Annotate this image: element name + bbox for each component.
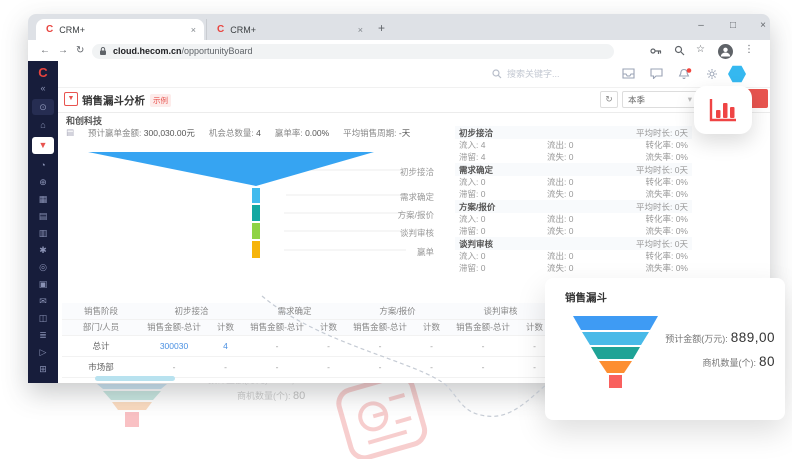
url-domain: cloud.hecom.cn	[113, 46, 182, 56]
page-title-badge: 示例	[150, 94, 171, 107]
sidebar-item-search-icon[interactable]: ⊙	[32, 99, 54, 115]
page-title: 销售漏斗分析	[82, 93, 145, 108]
tab-close-icon[interactable]: ×	[358, 25, 363, 35]
tab-strip: C CRM+ × C CRM+ × + – □ ×	[28, 14, 770, 40]
marketing-screenshot: 预计金额(万元): 889,00 商机数量(个): 80 C CRM+ × C …	[0, 0, 792, 459]
funnel-stage-label: 方案/报价	[376, 209, 434, 221]
hecom-logo: C	[28, 65, 58, 80]
notification-badge	[687, 68, 692, 73]
sales-funnel-chart	[86, 150, 416, 276]
sidebar-item-settings-icon[interactable]: ✱	[28, 242, 58, 259]
chat-icon[interactable]	[650, 68, 663, 79]
funnel-stage-label: 谈判审核	[376, 227, 434, 239]
sidebar-item-funnel-analysis-icon[interactable]: ▼	[32, 137, 54, 154]
stage-stats-section: 谈判审核平均时长: 0天流入: 0流出: 0转化率: 0%滞留: 0流失: 0流…	[455, 237, 692, 274]
tab-close-icon[interactable]: ×	[191, 25, 196, 35]
summary-line: ▤ 预计赢单金额: 300,030.00元 机会总数量: 4 赢单率: 0.00…	[66, 127, 410, 139]
table-link-cell[interactable]: 300030	[140, 335, 208, 356]
sidebar-item-contacts-icon[interactable]: ◔	[28, 157, 58, 174]
refresh-button[interactable]: ↻	[600, 91, 618, 108]
minimize-button[interactable]: –	[692, 20, 710, 31]
sidebar-item-play-icon[interactable]: ▷	[28, 344, 58, 361]
stage-table: 销售阶段初步接洽需求确定方案/报价谈判审核部门/人员销售金额-总计计数销售金额-…	[62, 303, 552, 378]
inbox-icon[interactable]	[622, 68, 635, 79]
table-row: 总计3000304------	[62, 335, 552, 356]
card-amount-row: 预计金额(万元):889,00	[665, 330, 775, 345]
zoom-icon[interactable]	[674, 45, 685, 56]
sidebar-item-target-icon[interactable]: ◎	[28, 259, 58, 276]
period-value: 本季	[628, 94, 645, 106]
favicon-crm: C	[46, 24, 53, 35]
sales-funnel-card: 销售漏斗 预计金额(万元):889,00 商机数量(个):80	[545, 278, 785, 420]
search-icon	[492, 69, 502, 79]
app-header	[58, 61, 770, 87]
tab-title: CRM+	[230, 25, 256, 35]
profile-avatar-icon[interactable]	[718, 44, 733, 59]
table-link-cell[interactable]: 4	[208, 335, 243, 356]
tab-title: CRM+	[59, 25, 85, 35]
table-row: 市场部--------	[62, 356, 552, 377]
search-placeholder: 搜索关键字...	[507, 67, 560, 80]
sidebar-item-list-icon[interactable]: ≣	[28, 327, 58, 344]
chart-shortcut-card[interactable]	[694, 86, 752, 134]
ghost-count-line: 商机数量(个): 80	[237, 389, 305, 402]
address-input[interactable]: cloud.hecom.cn/opportunityBoard	[92, 44, 614, 59]
gear-icon[interactable]	[706, 68, 718, 80]
sidebar-item-document-icon[interactable]: ▤	[28, 208, 58, 225]
period-select[interactable]: 本季 ▾	[622, 91, 698, 108]
sidebar-item-add-icon[interactable]: ⊕	[28, 174, 58, 191]
ghost-logo-stamp	[322, 376, 442, 459]
lock-icon	[99, 46, 107, 56]
sidebar-item-notebook-icon[interactable]: ▥	[28, 225, 58, 242]
sidebar-item-grid-icon[interactable]: ⊞	[28, 361, 58, 378]
sidebar-item-mail-icon[interactable]: ✉	[28, 293, 58, 310]
card-count-row: 商机数量(个):80	[665, 354, 775, 369]
url-path: /opportunityBoard	[182, 46, 253, 56]
table-link-cell[interactable]: 市场部	[62, 356, 140, 377]
forward-button[interactable]: →	[58, 45, 68, 56]
funnel-page-icon: ▼	[64, 92, 78, 106]
stage-stats-section: 初步接洽平均时长: 0天流入: 4流出: 0转化率: 0%滞留: 4流失: 0流…	[455, 126, 692, 163]
horizontal-scrollbar-thumb[interactable]	[95, 376, 175, 381]
stage-stats-panel: 初步接洽平均时长: 0天流入: 4流出: 0转化率: 0%滞留: 4流失: 0流…	[455, 126, 692, 274]
funnel-stage-label: 赢单	[376, 246, 434, 258]
close-button[interactable]: ×	[754, 20, 772, 31]
chevron-down-icon: ▾	[688, 94, 692, 105]
card-funnel-chart	[545, 278, 785, 420]
sidebar-item-id-card-icon[interactable]: ▣	[28, 276, 58, 293]
bookmark-star-icon[interactable]: ☆	[696, 44, 705, 55]
sidebar-item-kanban-icon[interactable]: ◫	[28, 310, 58, 327]
sidebar-item-calendar-icon[interactable]: ▦	[28, 191, 58, 208]
bell-icon[interactable]	[678, 68, 692, 80]
maximize-button[interactable]: □	[724, 20, 742, 31]
bar-chart-icon	[708, 97, 738, 123]
app-sidebar: C «⊙⌂▼◔⊕▦▤▥✱◎▣✉◫≣▷⊞▲⊡◉	[28, 61, 58, 383]
key-icon[interactable]	[650, 46, 662, 56]
reload-button[interactable]: ↻	[76, 45, 84, 56]
global-search-input[interactable]: 搜索关键字...	[492, 67, 560, 80]
stage-stats-section: 方案/报价平均时长: 0天流入: 0流出: 0转化率: 0%滞留: 0流失: 0…	[455, 200, 692, 237]
stage-stats-section: 需求确定平均时长: 0天流入: 0流出: 0转化率: 0%滞留: 0流失: 0流…	[455, 163, 692, 200]
sidebar-item-pin-icon[interactable]: ▲	[28, 378, 58, 383]
funnel-stage-label: 初步接洽	[376, 166, 434, 178]
menu-kebab-icon[interactable]: ⋮	[744, 44, 754, 55]
tab-crm-inactive[interactable]: C CRM+ ×	[206, 19, 371, 40]
ghost-funnel	[90, 383, 180, 429]
funnel-stage-label: 需求确定	[376, 191, 434, 203]
sidebar-item-home-icon[interactable]: ⌂	[28, 117, 58, 134]
company-name: 和创科技	[66, 114, 102, 127]
summary-list-icon: ▤	[66, 127, 74, 139]
new-tab-button[interactable]: +	[378, 21, 385, 35]
back-button[interactable]: ←	[40, 45, 50, 56]
favicon-crm: C	[217, 24, 224, 35]
sidebar-item-collapse-icon[interactable]: «	[28, 80, 58, 97]
tab-crm-active[interactable]: C CRM+ ×	[36, 19, 204, 40]
